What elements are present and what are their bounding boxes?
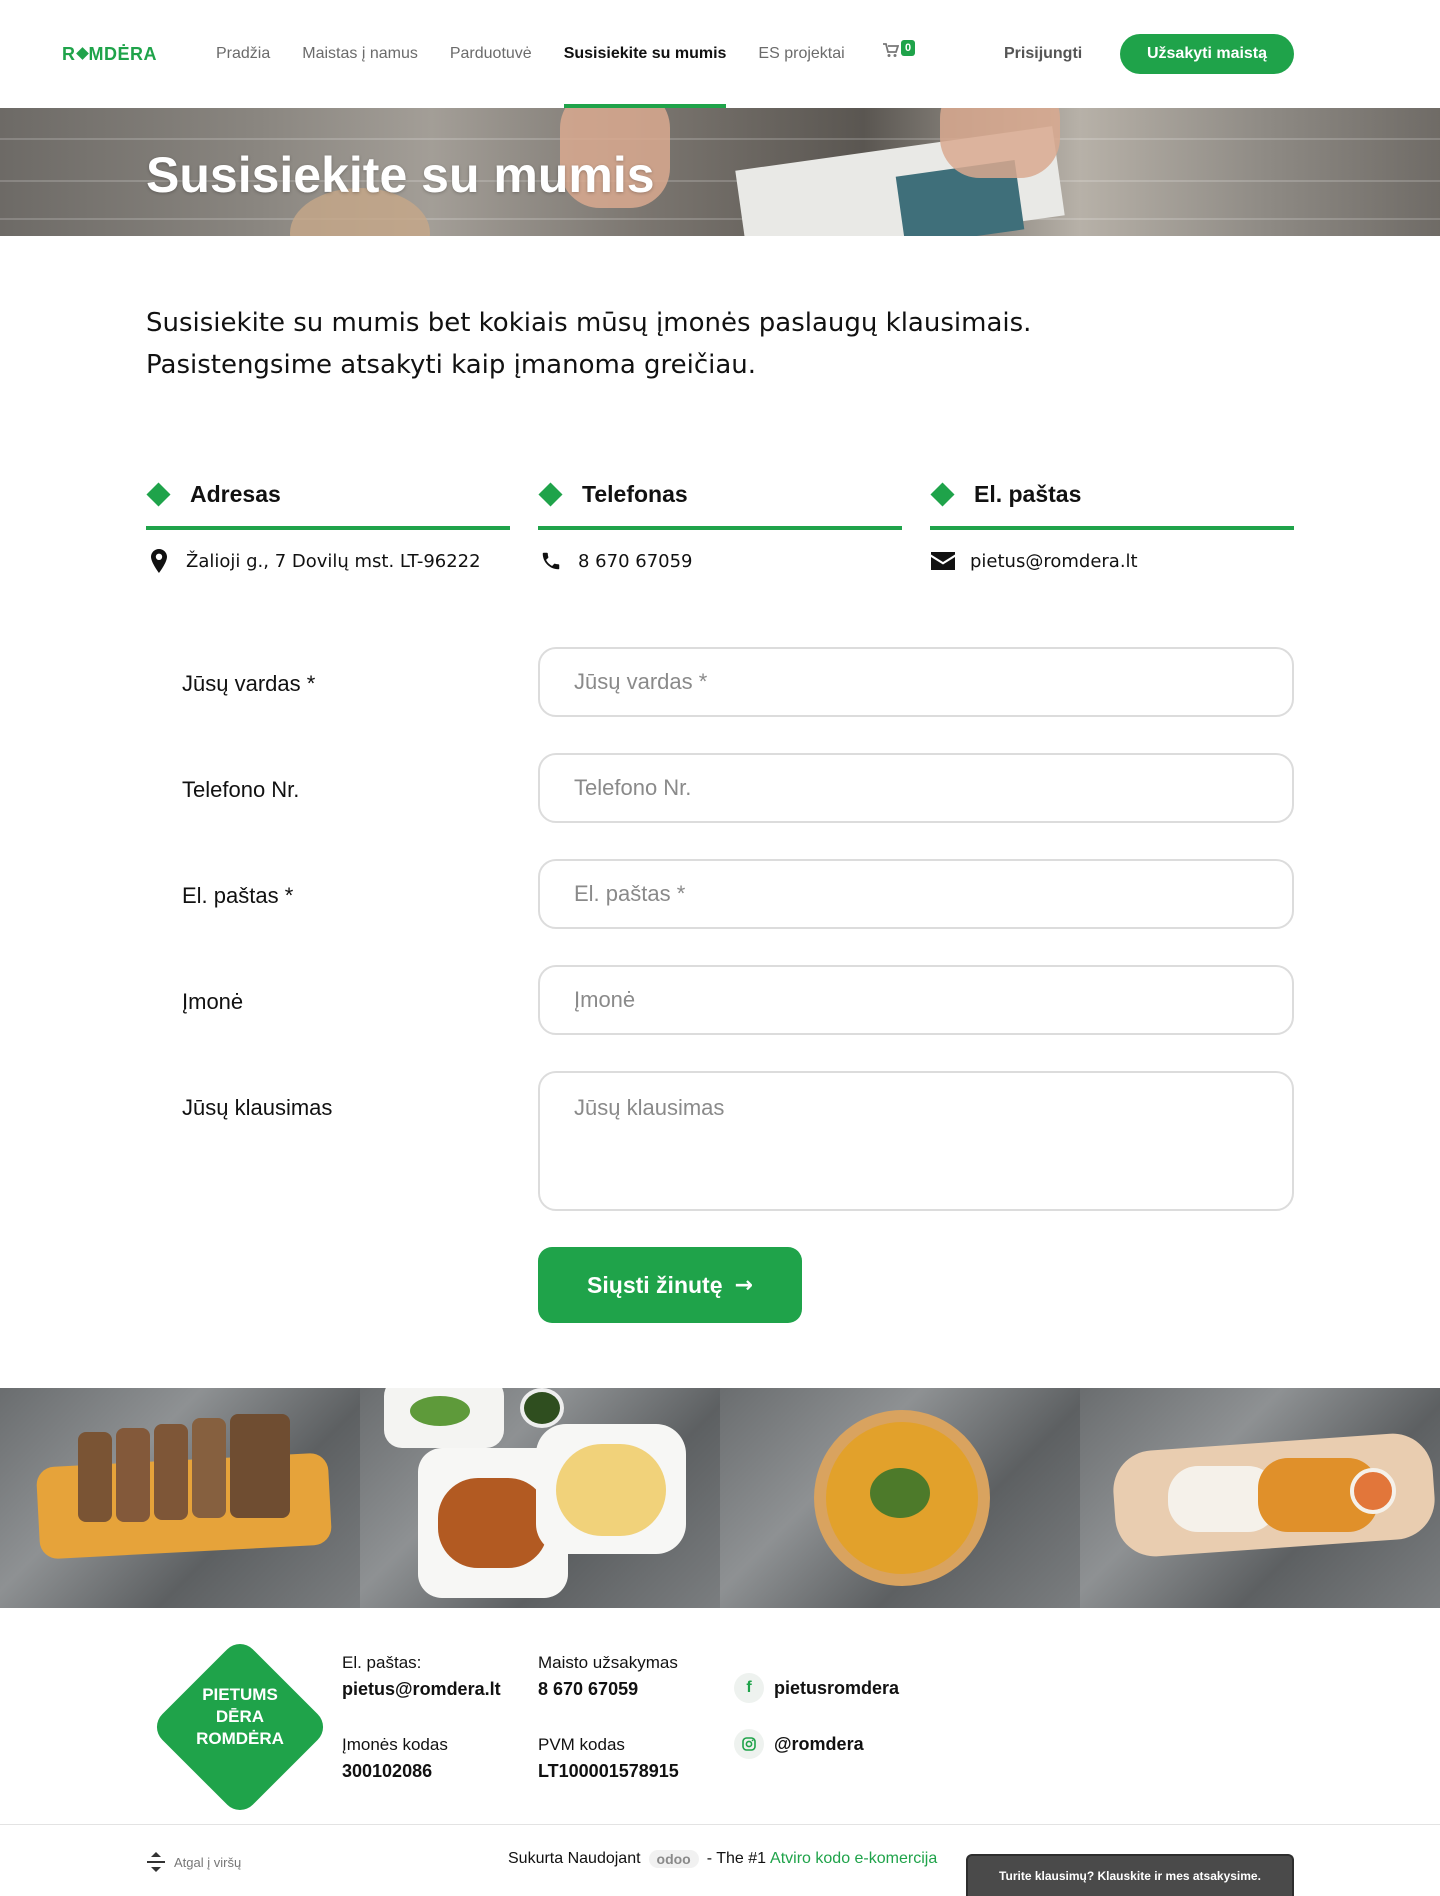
footer-credits: Sukurta Naudojant odoo - The #1 Atviro k… — [508, 1850, 937, 1868]
intro-text: Susisiekite su mumis bet kokiais mūsų įm… — [146, 302, 1146, 386]
nav-item-shop[interactable]: Parduotuvė — [450, 0, 532, 108]
food-image-bread — [0, 1388, 360, 1608]
footer-email-label: El. paštas: — [342, 1653, 422, 1672]
email-value[interactable]: pietus@romdera.lt — [970, 551, 1138, 572]
facebook-icon: f — [734, 1673, 764, 1703]
nav-item-home[interactable]: Pradžia — [216, 0, 270, 108]
footer-logo-text: PIETUMS DĒRA ROMDĖRA — [150, 1684, 330, 1750]
phone-input[interactable] — [538, 753, 1294, 823]
footer-email-value[interactable]: pietus@romdera.lt — [342, 1679, 501, 1700]
address-value: Žalioji g., 7 Dovilų mst. LT-96222 — [186, 550, 481, 572]
footer-vat: PVM kodas LT100001578915 — [538, 1735, 679, 1782]
footer-divider — [0, 1824, 1440, 1825]
footer-order: Maisto užsakymas 8 670 67059 — [538, 1653, 678, 1700]
diamond-bullet-icon — [538, 481, 563, 507]
main-nav: Pradžia Maistas į namus Parduotuvė Susis… — [216, 0, 877, 108]
food-image-stew-mash — [360, 1388, 720, 1608]
cart-icon — [883, 43, 899, 57]
footer-company-code-value: 300102086 — [342, 1761, 433, 1781]
hero-banner: Susisiekite su mumis — [0, 108, 1440, 236]
contact-phone-block: Telefonas 8 670 67059 — [538, 476, 902, 572]
map-marker-icon — [146, 548, 172, 574]
ecommerce-link[interactable]: Atviro kodo e-komercija — [770, 1850, 937, 1868]
footer-logo-line-1: PIETUMS — [202, 1685, 278, 1704]
phone-label: Telefono Nr. — [182, 777, 300, 802]
live-chat-button[interactable]: Turite klausimų? Klauskite ir mes atsaky… — [966, 1854, 1294, 1896]
intro-line-2: Pasistengsime atsakyti kaip įmanoma grei… — [146, 350, 757, 380]
back-to-top-label: Atgal į viršų — [174, 1854, 242, 1870]
odoo-logo[interactable]: odoo — [648, 1850, 699, 1868]
cart-count-badge: 0 — [901, 40, 916, 56]
nav-item-food-delivery[interactable]: Maistas į namus — [302, 0, 418, 108]
footer-company-code: Įmonės kodas 300102086 — [342, 1735, 448, 1782]
facebook-link[interactable]: f pietusromdera — [734, 1673, 899, 1703]
diamond-bullet-icon — [146, 481, 171, 507]
back-to-top-link[interactable]: Atgal į viršų — [146, 1850, 241, 1874]
order-food-button[interactable]: Užsakyti maistą — [1120, 34, 1294, 74]
footer-company-code-label: Įmonės kodas — [342, 1735, 448, 1754]
site-header: R MDĖRA Pradžia Maistas į namus Parduotuv… — [0, 0, 1440, 108]
food-image-soup — [720, 1388, 1080, 1608]
contact-address-block: Adresas Žalioji g., 7 Dovilų mst. LT-962… — [146, 476, 510, 573]
company-label: Įmonė — [182, 989, 244, 1014]
phone-icon — [538, 548, 564, 574]
cart-button[interactable]: 0 — [883, 40, 916, 58]
arrow-right-icon: → — [734, 1272, 753, 1298]
divider — [930, 526, 1294, 530]
question-label: Jūsų klausimas — [182, 1095, 333, 1120]
footer-email: El. paštas: pietus@romdera.lt — [342, 1653, 501, 1700]
site-logo[interactable]: R MDĖRA — [62, 44, 157, 65]
login-link[interactable]: Prisijungti — [1004, 45, 1082, 63]
email-label: El. paštas * — [182, 883, 294, 908]
intro-line-1: Susisiekite su mumis bet kokiais mūsų įm… — [146, 308, 1032, 338]
logo-diamond-icon — [75, 47, 89, 60]
send-message-label: Siųsti žinutę — [587, 1271, 723, 1298]
send-message-button[interactable]: Siųsti žinutę → — [538, 1247, 802, 1323]
phone-value[interactable]: 8 670 67059 — [578, 551, 693, 572]
divider — [146, 526, 510, 530]
footer-logo-line-2: DĒRA — [215, 1707, 265, 1726]
back-to-top-icon — [147, 1852, 165, 1872]
name-label: Jūsų vardas * — [182, 671, 316, 696]
credits-mid: - The #1 — [706, 1850, 767, 1867]
footer-order-value[interactable]: 8 670 67059 — [538, 1679, 678, 1700]
company-input[interactable] — [538, 965, 1294, 1035]
food-image-rice-chicken — [1080, 1388, 1440, 1608]
nav-item-contact[interactable]: Susisiekite su mumis — [563, 0, 726, 108]
footer-vat-label: PVM kodas — [538, 1735, 625, 1754]
hero-hand-image-2 — [940, 108, 1060, 178]
divider — [538, 526, 902, 530]
name-input[interactable] — [538, 647, 1294, 717]
diamond-bullet-icon — [930, 481, 955, 507]
page-title: Susisiekite su mumis — [146, 147, 655, 203]
email-input[interactable] — [538, 859, 1294, 929]
instagram-icon — [734, 1729, 764, 1759]
contact-email-block: El. paštas pietus@romdera.lt — [930, 476, 1294, 572]
instagram-handle: @romdera — [774, 1733, 864, 1754]
phone-heading: Telefonas — [582, 480, 688, 507]
question-textarea[interactable] — [538, 1071, 1294, 1211]
footer-vat-value: LT100001578915 — [538, 1761, 679, 1781]
credits-prefix: Sukurta Naudojant — [508, 1850, 641, 1867]
footer-logo-line-3: ROMDĖRA — [196, 1729, 284, 1748]
address-heading: Adresas — [190, 480, 281, 507]
instagram-link[interactable]: @romdera — [734, 1729, 864, 1759]
envelope-icon — [930, 548, 956, 574]
facebook-handle: pietusromdera — [774, 1677, 900, 1698]
footer-order-label: Maisto užsakymas — [538, 1653, 678, 1672]
email-heading: El. paštas — [974, 480, 1082, 507]
nav-item-eu-projects[interactable]: ES projektai — [758, 0, 844, 108]
